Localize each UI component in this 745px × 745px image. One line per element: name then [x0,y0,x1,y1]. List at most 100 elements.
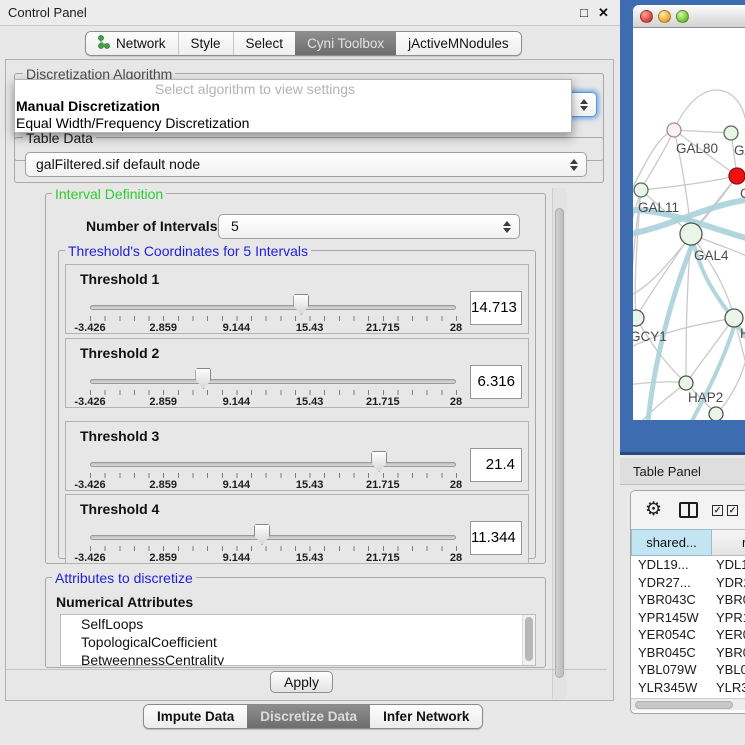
network-node[interactable] [667,123,681,137]
network-window-titlebar[interactable] [633,5,745,28]
tab-network[interactable]: Network [86,32,178,55]
close-icon[interactable]: ✕ [598,5,609,21]
network-node[interactable] [633,310,644,326]
threshold-3-label: Threshold 3 [80,428,159,444]
column-header-name[interactable]: n... [712,529,745,556]
checkbox-icon[interactable]: ✓ [727,505,738,516]
cell-name[interactable]: YER0 [712,626,745,644]
threshold-4-slider-track[interactable] [90,535,456,540]
algorithm-prompt-item[interactable]: Select algorithm to view settings [15,80,571,98]
cell-name[interactable]: YDL1 [712,556,745,574]
threshold-3-value-field[interactable]: 21.4 [470,448,522,482]
cell-shared-name[interactable]: YBR045C [631,644,712,662]
scrollbar-thumb[interactable] [525,617,533,661]
network-node[interactable] [679,376,693,390]
scale-label: 21.715 [366,396,400,408]
table-row[interactable]: YBL079WYBL0 [631,661,745,679]
threshold-2-slider-handle[interactable] [195,368,211,389]
network-edge[interactable] [674,90,745,130]
tab-jactive-label: jActiveMNodules [408,36,509,51]
scrollbar-thumb[interactable] [555,208,564,678]
threshold-1-slider-handle[interactable] [293,294,309,315]
gear-icon[interactable]: ⚙ [645,498,662,521]
tab-style[interactable]: Style [178,32,233,55]
attribute-list-item[interactable]: TopologicalCoefficient [61,633,535,651]
network-node[interactable] [680,223,702,245]
network-edge[interactable] [691,234,734,318]
network-node[interactable] [634,183,648,197]
cell-shared-name[interactable]: YBL079W [631,661,712,679]
table-data-combobox[interactable]: galFiltered.sif default node [25,152,587,177]
cell-name[interactable]: YLR3 [712,679,745,697]
number-of-intervals-combobox[interactable]: 5 [218,214,520,239]
numerical-attributes-list[interactable]: SelfLoopsTopologicalCoefficientBetweenne… [60,614,536,666]
threshold-2-value-field[interactable]: 6.316 [470,365,522,399]
tab-select[interactable]: Select [233,32,296,55]
network-edge[interactable] [641,130,674,190]
table-row[interactable]: YDR27...YDR2 [631,574,745,592]
algorithm-item-equal-width[interactable]: Equal Width/Frequency Discretization [15,115,571,132]
zoom-traffic-light[interactable] [676,10,689,23]
cell-shared-name[interactable]: YDR27... [631,574,712,592]
network-edge[interactable] [674,130,731,133]
tab-cyni-toolbox[interactable]: Cyni Toolbox [295,32,396,55]
threshold-1-value-field[interactable]: 14.713 [470,291,522,325]
network-edge[interactable] [641,176,737,190]
table-row[interactable]: YBR043CYBR0 [631,591,745,609]
columns-icon[interactable] [679,502,698,518]
network-canvas[interactable]: GAL80GACGAL11GAL4GCY1HHAP2 [633,28,745,420]
network-edge[interactable] [633,190,641,420]
table-row[interactable]: YDL19...YDL1 [631,556,745,574]
cell-shared-name[interactable]: YER054C [631,626,712,644]
cell-shared-name[interactable]: YPR145W [631,609,712,627]
network-node[interactable] [729,168,745,184]
algorithm-item-manual[interactable]: Manual Discretization [15,98,571,115]
network-edge[interactable] [633,382,686,386]
apply-button[interactable]: Apply [270,671,333,693]
close-traffic-light[interactable] [640,10,653,23]
threshold-3-slider-handle[interactable] [371,451,387,472]
cell-shared-name[interactable]: YLR345W [631,679,712,697]
threshold-4-slider-handle[interactable] [254,524,270,545]
interval-definition-group: Interval Definition Number of Intervals … [45,193,546,564]
network-node[interactable] [725,309,743,327]
attribute-list-item[interactable]: BetweennessCentrality [61,651,535,666]
cell-name[interactable]: YBL0 [712,661,745,679]
table-row[interactable]: YLR345WYLR3 [631,679,745,697]
attribute-list-item[interactable]: SelfLoops [61,615,535,633]
panel-vertical-scrollbar[interactable] [552,188,566,699]
network-node[interactable] [709,407,723,420]
cell-name[interactable]: YDR2 [712,574,745,592]
cell-name[interactable]: YPR1 [712,609,745,627]
threshold-3-slider-track[interactable] [90,462,456,467]
network-edge-thick[interactable] [692,324,735,420]
float-window-icon[interactable]: □ [580,5,588,20]
network-edge[interactable] [633,240,688,300]
cell-shared-name[interactable]: YDL19... [631,556,712,574]
cell-name[interactable]: YBR0 [712,644,745,662]
attributes-group: Attributes to discretize Numerical Attri… [45,577,546,668]
tab-infer-network[interactable]: Infer Network [370,705,482,728]
table-row[interactable]: YER054CYER0 [631,626,745,644]
numerical-attributes-label: Numerical Attributes [56,594,193,610]
tab-discretize-data[interactable]: Discretize Data [247,705,370,728]
cell-shared-name[interactable]: YBR043C [631,591,712,609]
threshold-4-label: Threshold 4 [80,501,159,517]
scrollbar-thumb[interactable] [635,701,733,709]
column-header-shared-name[interactable]: shared... [631,529,712,556]
threshold-1-slider-track[interactable] [90,305,456,310]
checkbox-icon[interactable]: ✓ [712,505,723,516]
tab-impute-data[interactable]: Impute Data [144,705,247,728]
minimize-traffic-light[interactable] [658,10,671,23]
threshold-4-value-field[interactable]: 11.344 [470,521,522,555]
network-node-label: GAL4 [694,248,729,263]
table-row[interactable]: YPR145WYPR1 [631,609,745,627]
table-horizontal-scrollbar[interactable] [631,698,745,710]
threshold-2-slider-track[interactable] [90,379,456,384]
list-scrollbar[interactable] [522,615,535,665]
tab-jactivemnodules[interactable]: jActiveMNodules [396,32,521,55]
slider-ticks [90,390,457,395]
cell-name[interactable]: YBR0 [712,591,745,609]
table-row[interactable]: YBR045CYBR0 [631,644,745,662]
network-node[interactable] [724,126,738,140]
